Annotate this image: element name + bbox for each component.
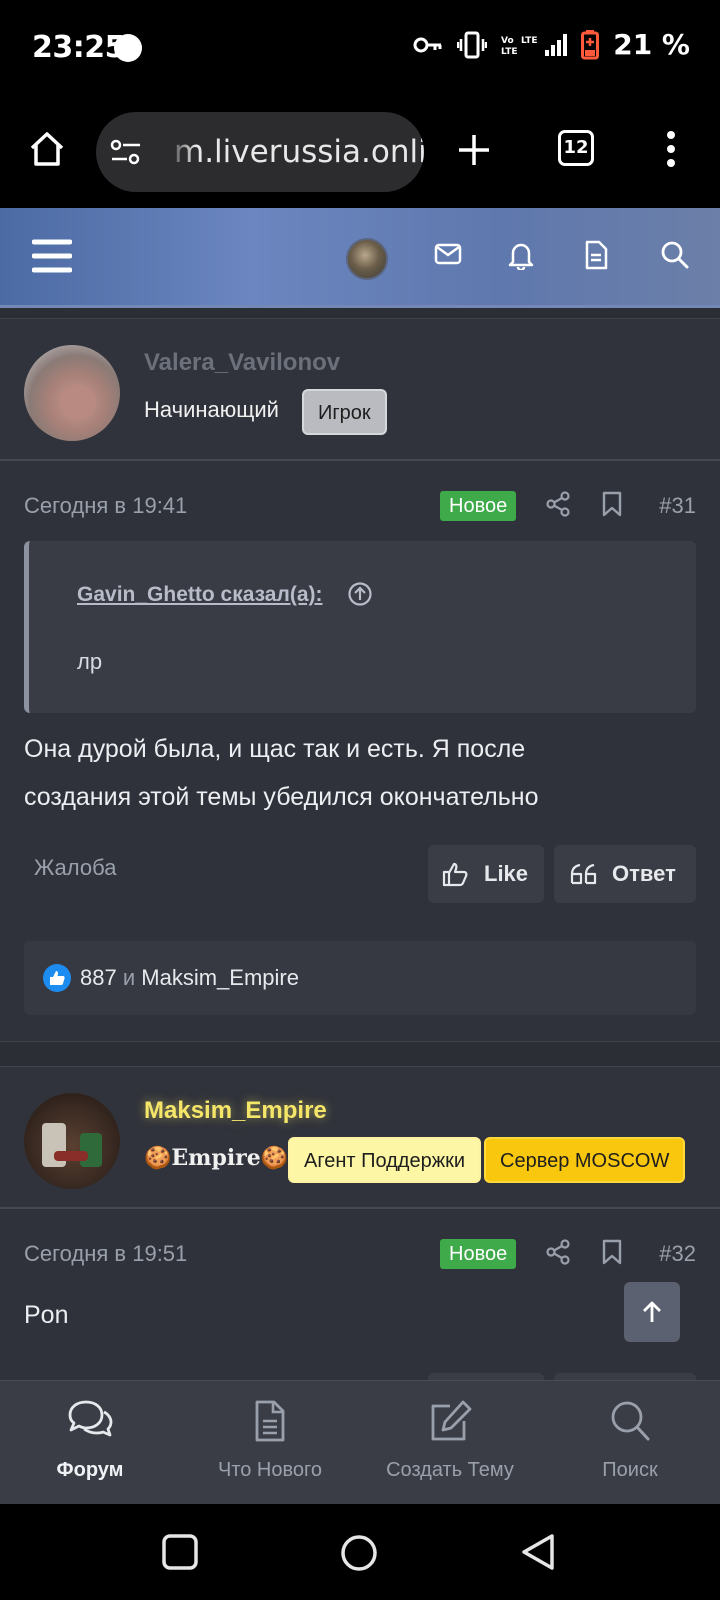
post-date[interactable]: Сегодня в 19:51 xyxy=(24,1241,187,1267)
report-link[interactable]: Жалоба xyxy=(34,855,116,881)
chat-bubbles-icon xyxy=(68,1400,113,1437)
new-tab-icon[interactable] xyxy=(456,132,492,168)
status-icons: Vo LTE LTE 21 % xyxy=(413,28,690,61)
post-body-line: Она дурой была, и щас так и есть. Я посл… xyxy=(24,735,526,763)
nav-search[interactable]: Поиск xyxy=(540,1381,720,1505)
search-icon xyxy=(611,1401,650,1441)
reply-button[interactable] xyxy=(554,1373,696,1380)
key-icon xyxy=(413,37,442,52)
post-user-block: Valera_Vavilonov Начинающий Игрок xyxy=(0,319,720,461)
likes-and: и xyxy=(122,965,136,990)
thread-content: Valera_Vavilonov Начинающий Игрок Сегодн… xyxy=(0,318,720,1380)
quote-block: Gavin_Ghetto сказал(а): лр xyxy=(24,541,696,713)
likes-count[interactable]: 887 xyxy=(80,965,117,990)
system-navigation-bar xyxy=(0,1504,720,1600)
home-icon[interactable] xyxy=(28,130,66,168)
quote-text: лр xyxy=(77,649,103,674)
reply-label: Ответ xyxy=(612,861,676,886)
bell-icon[interactable] xyxy=(508,240,534,270)
site-settings-icon[interactable] xyxy=(110,138,142,166)
svg-text:LTE: LTE xyxy=(501,47,518,57)
search-icon[interactable] xyxy=(660,240,690,270)
browser-toolbar: m.liverussia.online 12 xyxy=(0,98,720,208)
reply-button[interactable]: Ответ xyxy=(554,845,696,903)
nav-label: Форум xyxy=(56,1459,124,1481)
address-bar[interactable]: m.liverussia.online xyxy=(96,112,424,192)
likes-user[interactable]: Maksim_Empire xyxy=(141,965,299,990)
thumbs-up-icon xyxy=(442,862,468,887)
post-body: Pon xyxy=(24,1291,68,1339)
user-badge-support: Агент Поддержки xyxy=(288,1137,482,1183)
post: Valera_Vavilonov Начинающий Игрок Сегодн… xyxy=(0,318,720,1042)
user-badge: Игрок xyxy=(302,389,387,435)
status-bar: 23:25 Vo LTE LTE 21 % xyxy=(0,0,720,98)
quote-author[interactable]: Gavin_Ghetto сказал(а): xyxy=(77,583,323,607)
tab-switcher-button[interactable]: 12 xyxy=(558,130,594,166)
username[interactable]: Maksim_Empire xyxy=(144,1097,327,1125)
nav-label: Что Нового xyxy=(217,1459,322,1481)
bottom-navigation: Форум Что Нового Создать Тему Поиск xyxy=(0,1380,720,1504)
nav-forum[interactable]: Форум xyxy=(0,1381,180,1505)
signal-volte-icon: VoLTELTE xyxy=(501,33,568,57)
post-body: Она дурой была, и щас так и есть. Я посл… xyxy=(24,725,539,821)
user-avatar[interactable] xyxy=(346,238,388,280)
svg-text:Vo: Vo xyxy=(501,36,514,46)
like-reaction-icon xyxy=(43,964,71,992)
bookmark-icon[interactable] xyxy=(602,1239,622,1265)
username[interactable]: Valera_Vavilonov xyxy=(144,349,340,377)
hamburger-menu-icon[interactable] xyxy=(32,238,72,274)
post-body-line: создания этой темы убедился окончательно xyxy=(24,783,539,811)
more-menu-icon[interactable] xyxy=(664,130,678,168)
nav-create-thread[interactable]: Создать Тему xyxy=(360,1381,540,1505)
scroll-to-top-button[interactable] xyxy=(624,1282,680,1342)
post-user-block: Maksim_Empire 🍪𝐄𝐦𝐩𝐢𝐫𝐞🍪 Агент Поддержки С… xyxy=(0,1067,720,1209)
new-badge: Новое xyxy=(440,1239,517,1269)
svg-text:LTE: LTE xyxy=(521,36,538,46)
post-meta: Сегодня в 19:51 Новое #32 xyxy=(0,1209,720,1289)
back-icon[interactable] xyxy=(520,1532,556,1572)
nav-whats-new[interactable]: Что Нового xyxy=(180,1381,360,1505)
user-rank: Начинающий xyxy=(144,397,279,422)
home-circle-icon[interactable] xyxy=(340,1534,378,1572)
url-text: m.liverussia.online xyxy=(174,134,424,170)
like-label: Like xyxy=(484,861,529,886)
tab-count: 12 xyxy=(563,137,589,158)
avatar[interactable] xyxy=(24,345,120,441)
arrow-up-circle-icon[interactable] xyxy=(347,581,373,607)
post-body-line: Pon xyxy=(24,1301,69,1329)
vibrate-icon xyxy=(457,31,488,58)
bookmark-icon[interactable] xyxy=(602,491,622,517)
new-badge: Новое xyxy=(440,491,517,521)
post-date[interactable]: Сегодня в 19:41 xyxy=(24,493,187,519)
document-icon[interactable] xyxy=(584,240,608,270)
nav-label: Поиск xyxy=(602,1459,658,1481)
share-icon[interactable] xyxy=(546,491,570,517)
recents-icon[interactable] xyxy=(162,1534,198,1570)
like-button[interactable] xyxy=(428,1373,544,1380)
url-fade xyxy=(166,112,196,192)
edit-icon xyxy=(431,1400,472,1441)
status-time: 23:25 xyxy=(32,30,126,65)
quote-icon xyxy=(570,863,597,885)
post-number[interactable]: #31 xyxy=(659,493,696,519)
like-button[interactable]: Like xyxy=(428,845,544,903)
document-icon xyxy=(255,1400,285,1442)
nav-label: Создать Тему xyxy=(386,1459,514,1481)
reactions-bar[interactable]: 887 и Maksim_Empire xyxy=(24,941,696,1015)
share-icon[interactable] xyxy=(546,1239,570,1265)
arrow-up-icon xyxy=(643,1301,661,1322)
post-meta: Сегодня в 19:41 Новое #31 xyxy=(0,461,720,541)
reactions-text: 887 и Maksim_Empire xyxy=(80,965,299,991)
site-header xyxy=(0,208,720,308)
post-number[interactable]: #32 xyxy=(659,1241,696,1267)
avatar[interactable] xyxy=(24,1093,120,1189)
battery-icon xyxy=(581,29,600,59)
user-rank: 🍪𝐄𝐦𝐩𝐢𝐫𝐞🍪 xyxy=(144,1145,289,1171)
user-badge-server: Сервер MOSCOW xyxy=(484,1137,686,1183)
mail-icon[interactable] xyxy=(434,242,462,266)
battery-percent: 21 % xyxy=(613,28,690,61)
notification-dot-icon xyxy=(114,34,142,62)
post: Maksim_Empire 🍪𝐄𝐦𝐩𝐢𝐫𝐞🍪 Агент Поддержки С… xyxy=(0,1066,720,1380)
